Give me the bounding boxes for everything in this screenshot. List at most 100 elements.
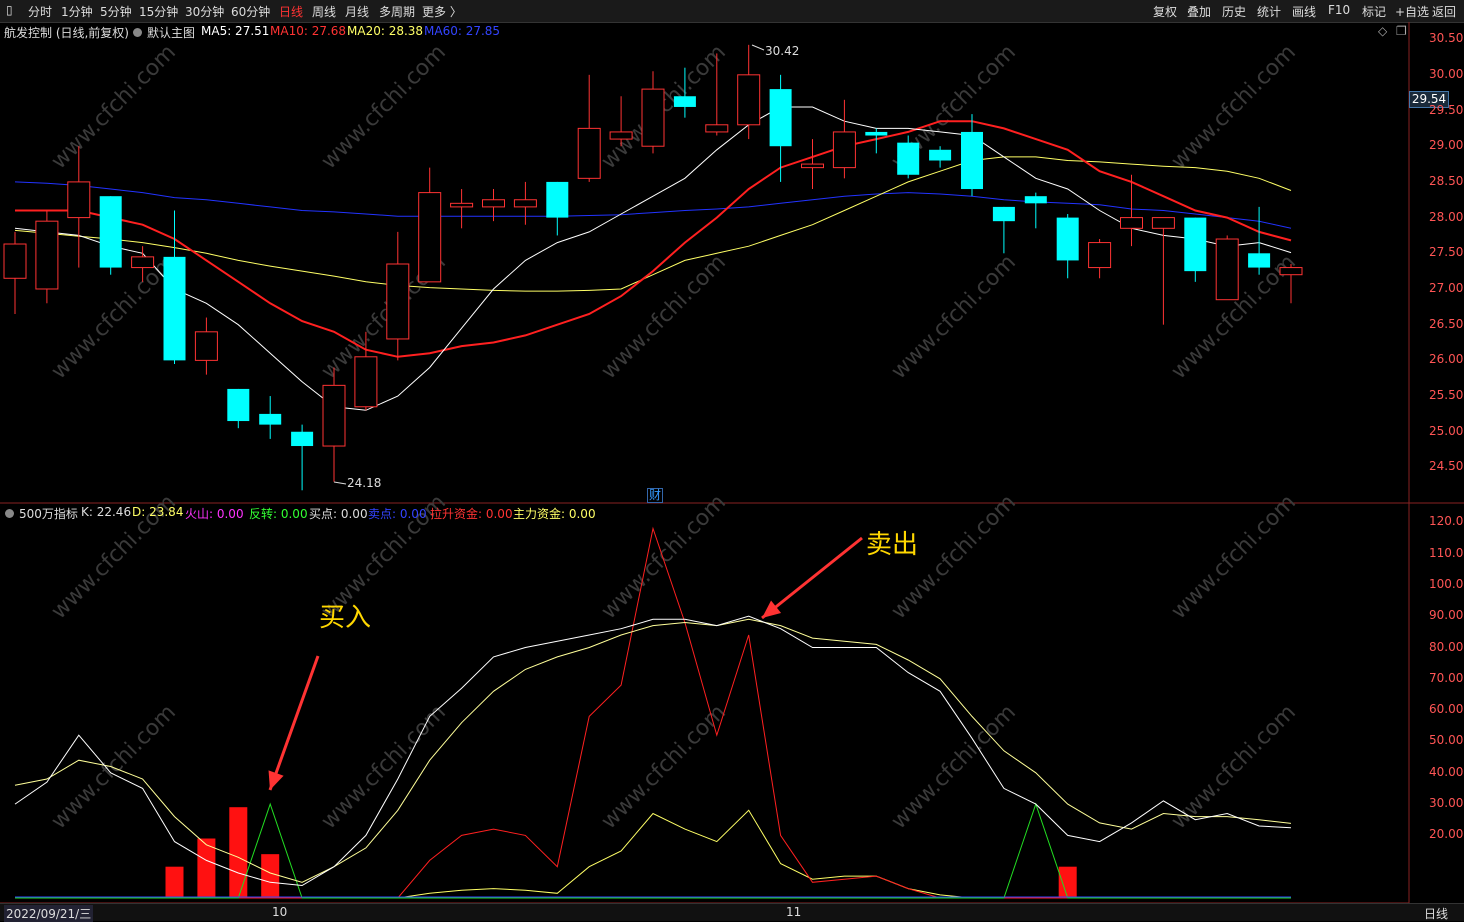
price-tick-label: 25.00: [1429, 423, 1464, 438]
indicator-tick-label: 120.0: [1429, 514, 1464, 529]
sub-settings-icon[interactable]: [5, 509, 14, 518]
candle-body-down: [259, 413, 282, 425]
buy-arrow-head: [268, 770, 284, 790]
candle-body-down: [1184, 217, 1207, 272]
price-tick-label: 29.50: [1429, 102, 1464, 117]
candle-body-down: [961, 131, 983, 190]
price-tick-label: 28.50: [1429, 173, 1464, 188]
ma10-legend: MA10: 27.68: [270, 24, 347, 38]
candle-body-up: [418, 192, 442, 283]
candle-body-up: [67, 181, 91, 219]
candle-body-down: [291, 431, 314, 447]
fund-bar: [229, 807, 248, 898]
candle-body-down: [163, 256, 186, 361]
indicator-tick-label: 100.0: [1429, 576, 1464, 591]
candle-body-up: [386, 263, 410, 340]
candle-body-down: [897, 142, 920, 175]
sell-arrow-shaft: [761, 536, 863, 620]
sell-point-legend: 卖点: 0.00: [368, 507, 427, 521]
candle-body-down: [1056, 217, 1079, 261]
ma60-legend: MA60: 27.85: [424, 24, 501, 38]
d-legend: D: 23.84: [132, 505, 184, 519]
watermark-text: www.cfchi.com: [1167, 490, 1301, 624]
indicator-tick-label: 90.00: [1429, 608, 1464, 623]
month-11-label: 11: [786, 905, 802, 919]
candle-body-up: [194, 331, 218, 361]
buy-point-legend: 买点: 0.00: [309, 507, 368, 521]
price-tick-label: 27.00: [1429, 280, 1464, 295]
candle-body-up: [35, 220, 59, 290]
buy-arrow-shaft: [268, 655, 320, 791]
price-tick-label: 30.50: [1429, 31, 1464, 46]
template-name[interactable]: 默认主图: [147, 24, 195, 41]
low-price-label: 24.18: [347, 476, 382, 490]
candle-body-up: [1279, 267, 1303, 276]
watermark-text: www.cfchi.com: [47, 40, 181, 174]
price-tick-label: 30.00: [1429, 66, 1464, 81]
fund-bar: [1058, 866, 1077, 898]
indicator-tick-label: 20.00: [1429, 827, 1464, 842]
lasheng-legend: 拉升资金: 0.00: [430, 507, 513, 521]
candle-body-down: [865, 131, 888, 136]
candle-body-up: [705, 124, 729, 133]
low-pointer: [333, 481, 347, 485]
indicator-tick-label: 50.00: [1429, 733, 1464, 748]
price-tick-label: 28.00: [1429, 209, 1464, 224]
fanzhuan-legend: 反转: 0.00: [249, 507, 308, 521]
candle-body-up: [354, 356, 378, 408]
fund-bar: [261, 854, 280, 898]
candle-body-down: [546, 181, 569, 218]
candle-body-up: [131, 256, 155, 269]
candle-body-up: [801, 163, 824, 169]
price-tick-label: 26.50: [1429, 316, 1464, 331]
price-tick-label: 24.50: [1429, 459, 1464, 474]
candle-body-up: [482, 199, 505, 208]
candle-body-up: [3, 243, 27, 279]
candle-body-up: [513, 199, 537, 208]
indicator-tick-label: 30.00: [1429, 796, 1464, 811]
candle-body-down: [929, 149, 952, 161]
candle-body-down: [673, 96, 696, 107]
candle-body-up: [577, 127, 601, 179]
candle-body-up: [450, 202, 474, 208]
watermark-text: www.cfchi.com: [887, 250, 1021, 384]
indicator-tick-label: 60.00: [1429, 702, 1464, 717]
period-label[interactable]: 日线: [1424, 905, 1448, 922]
candle-body-up: [1151, 217, 1175, 229]
restore-icon[interactable]: ❐: [1396, 24, 1407, 38]
watermark-text: www.cfchi.com: [597, 490, 731, 624]
diamond-icon[interactable]: ◇: [1378, 24, 1387, 38]
indicator-name[interactable]: 500万指标: [19, 505, 78, 522]
candle-body-down: [769, 89, 792, 147]
finance-marker[interactable]: 财: [647, 488, 664, 503]
indicator-tick-label: 110.0: [1429, 545, 1464, 560]
ma60-line: [14, 181, 1292, 229]
stock-name: 航发控制 (日线,前复权): [4, 26, 129, 40]
candle-body-down: [1024, 196, 1047, 204]
main-settings-icon[interactable]: [133, 28, 142, 37]
k-legend: K: 22.46: [81, 505, 132, 519]
price-tick-label: 29.00: [1429, 138, 1464, 153]
watermark-text: www.cfchi.com: [317, 40, 451, 174]
high-pointer: [751, 44, 765, 51]
watermark-text: www.cfchi.com: [1167, 40, 1301, 174]
price-tick-label: 26.00: [1429, 352, 1464, 367]
candle-body-up: [832, 131, 856, 169]
chart-canvas[interactable]: www.cfchi.com www.cfchi.com www.cfchi.com w…: [0, 0, 1464, 920]
watermark-text: www.cfchi.com: [887, 700, 1021, 834]
indicator-tick-label: 40.00: [1429, 764, 1464, 779]
candle-body-up: [1088, 242, 1112, 269]
high-price-label: 30.42: [765, 44, 800, 58]
candle-body-up: [737, 74, 761, 126]
watermark-text: www.cfchi.com: [597, 700, 731, 834]
indicator-tick-label: 70.00: [1429, 670, 1464, 685]
price-tick-label: 27.50: [1429, 245, 1464, 260]
sell-annotation: 卖出: [866, 530, 919, 560]
watermark-text: www.cfchi.com: [317, 700, 451, 834]
candle-body-down: [1248, 253, 1271, 268]
candle-body-up: [641, 88, 665, 147]
ma20-legend: MA20: 28.38: [347, 24, 424, 38]
watermark-text: www.cfchi.com: [47, 250, 181, 384]
fund-bar: [165, 866, 184, 898]
buy-annotation: 买入: [319, 603, 372, 633]
